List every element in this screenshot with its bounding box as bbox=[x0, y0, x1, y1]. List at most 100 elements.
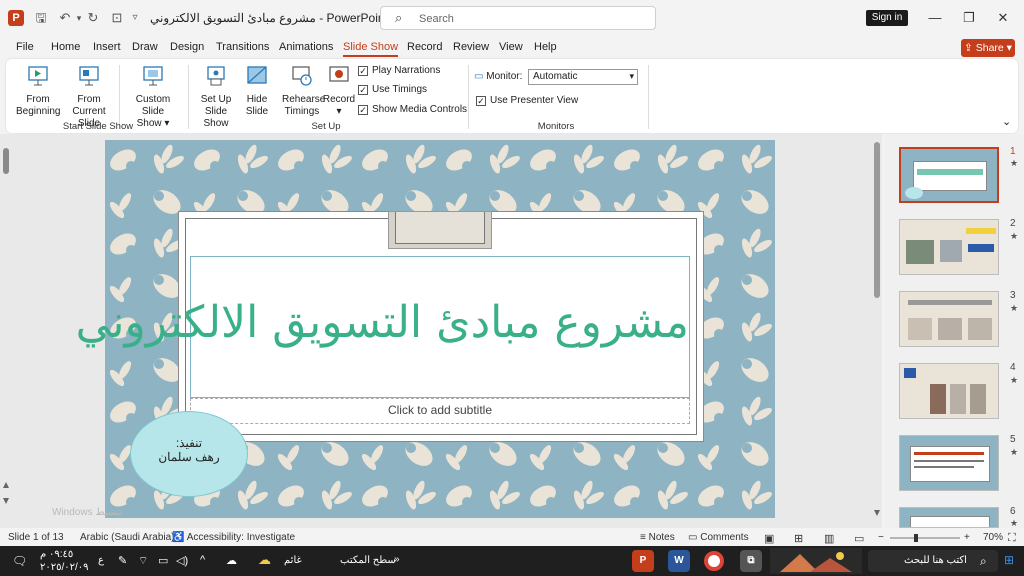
play-narrations-label: Play Narrations bbox=[372, 65, 441, 76]
slide-sorter-icon[interactable]: ⊞ bbox=[794, 532, 803, 545]
tab-animations[interactable]: Animations bbox=[279, 41, 333, 53]
tab-review[interactable]: Review bbox=[453, 41, 489, 53]
slide-title-placeholder[interactable]: مشروع مبادئ التسويق الالكتروني bbox=[75, 256, 690, 398]
record-label-2: ▾ bbox=[336, 106, 342, 117]
tab-design[interactable]: Design bbox=[170, 41, 204, 53]
monitor-label-text: Monitor: bbox=[486, 71, 523, 82]
taskbar-search-placeholder: اكتب هنا للبحث bbox=[904, 555, 967, 566]
taskbar-search[interactable]: اكتب هنا للبحث ⌕ bbox=[868, 550, 998, 572]
search-input[interactable]: ⌕ Search bbox=[380, 6, 656, 30]
editor-right-scrollbar[interactable] bbox=[874, 140, 880, 520]
notifications-icon[interactable]: 🗨 bbox=[12, 554, 27, 568]
group-monitors: Monitors bbox=[537, 121, 575, 132]
thumbnail-number: 3 bbox=[1010, 290, 1016, 301]
collapse-ribbon-icon[interactable]: ⌄ bbox=[1002, 115, 1011, 128]
reading-view-icon[interactable]: ▥ bbox=[824, 532, 834, 545]
powerpoint-taskbar-icon[interactable]: P bbox=[632, 550, 654, 572]
battery-icon[interactable]: ▭ bbox=[158, 554, 168, 567]
monitor-label: ▭ Monitor: bbox=[474, 71, 522, 82]
customize-toolbar-icon[interactable]: ▿ bbox=[126, 9, 144, 27]
minimize-icon[interactable]: — bbox=[924, 8, 946, 28]
tab-record[interactable]: Record bbox=[407, 41, 442, 53]
task-view-icon[interactable]: ⧉ bbox=[740, 550, 762, 572]
restore-icon[interactable]: ❐ bbox=[958, 8, 980, 28]
slide-show-view-icon[interactable]: ▭ bbox=[854, 532, 864, 545]
rehearse-label-2: Timings bbox=[284, 106, 320, 117]
from-beginning-button[interactable]: From Beginning bbox=[16, 65, 60, 118]
desktop-toolbar-label[interactable]: سطح المكتب bbox=[340, 555, 396, 566]
hide-slide-button[interactable]: Hide Slide bbox=[242, 65, 272, 118]
normal-view-icon[interactable]: ▣ bbox=[764, 532, 774, 545]
use-timings-checkbox[interactable]: ✓ Use Timings bbox=[358, 84, 427, 95]
record-button[interactable]: Record ▾ bbox=[322, 65, 356, 118]
pen-icon[interactable]: ✎ bbox=[118, 554, 127, 567]
comments-label: Comments bbox=[700, 532, 749, 543]
play-narrations-checkbox[interactable]: ✓ Play Narrations bbox=[358, 65, 440, 76]
redo-icon[interactable]: ↻ bbox=[84, 9, 102, 27]
animation-star-icon: ★ bbox=[1010, 375, 1019, 385]
tab-file[interactable]: File bbox=[16, 41, 34, 53]
slide-thumbnail-4[interactable] bbox=[899, 363, 999, 419]
show-media-controls-checkbox[interactable]: ✓ Show Media Controls bbox=[358, 104, 467, 115]
slide-title: مشروع مبادئ التسويق الالكتروني bbox=[75, 297, 689, 348]
editor-scrollbar[interactable] bbox=[2, 144, 10, 524]
close-icon[interactable]: ✕ bbox=[992, 8, 1014, 28]
weather-icon[interactable]: ☁ bbox=[258, 552, 271, 568]
author-oval-shape[interactable]: تنفيذ: رهف سلمان bbox=[130, 411, 248, 497]
monitor-select[interactable]: Automatic ▾ bbox=[528, 69, 638, 85]
word-taskbar-icon[interactable]: W bbox=[668, 550, 690, 572]
custom-show-icon bbox=[143, 66, 163, 86]
rehearse-timings-button[interactable]: Rehearse Timings bbox=[282, 65, 325, 118]
weather-text[interactable]: غائم bbox=[284, 555, 302, 566]
status-bar: Slide 1 of 13 Arabic (Saudi Arabia) ♿ Ac… bbox=[0, 528, 1024, 546]
language-indicator[interactable]: Arabic (Saudi Arabia) bbox=[80, 532, 175, 543]
slide-thumbnail-6[interactable] bbox=[899, 507, 999, 528]
subtitle-placeholder-text: Click to add subtitle bbox=[387, 403, 493, 417]
tab-home[interactable]: Home bbox=[51, 41, 80, 53]
slide-thumbnail-1[interactable] bbox=[899, 147, 999, 203]
cloud-icon[interactable]: ☁ bbox=[226, 554, 237, 567]
input-language[interactable]: ع bbox=[98, 555, 104, 566]
record-label-1: Record bbox=[322, 94, 356, 105]
thumbnail-number: 2 bbox=[1010, 218, 1016, 229]
fit-to-window-icon[interactable]: ⛶ bbox=[1008, 532, 1016, 545]
title-bar: P 🖫 ↶ ▾ ↻ ⊡ ▿ مشروع مبادئ التسويق الالكت… bbox=[0, 0, 1024, 36]
volume-icon[interactable]: ◁) bbox=[176, 554, 188, 567]
slide-thumbnail-3[interactable] bbox=[899, 291, 999, 347]
clock-time[interactable]: ٠٩:٤٥ م bbox=[40, 549, 73, 560]
clock-date[interactable]: ٢٠٢٥/٠٢/٠٩ bbox=[40, 562, 89, 573]
windows-start-icon[interactable]: ⊞ bbox=[1004, 553, 1014, 567]
tab-insert[interactable]: Insert bbox=[93, 41, 121, 53]
setup-show-label-2: Slide Show bbox=[203, 106, 229, 129]
tab-slide-show[interactable]: Slide Show bbox=[343, 41, 399, 57]
slide-thumbnail-5[interactable] bbox=[899, 435, 999, 491]
search-highlight-illustration[interactable] bbox=[770, 548, 862, 574]
chevron-icon[interactable]: » bbox=[394, 554, 400, 565]
system-tray-icon[interactable]: ^ bbox=[200, 554, 205, 566]
slide-thumbnail-2[interactable] bbox=[899, 219, 999, 275]
save-icon[interactable]: 🖫 bbox=[32, 9, 50, 27]
slide-subtitle-placeholder[interactable]: Click to add subtitle bbox=[190, 398, 690, 424]
accessibility-status[interactable]: ♿ Accessibility: Investigate bbox=[172, 532, 295, 543]
zoom-in-icon[interactable]: + bbox=[964, 532, 970, 543]
share-button[interactable]: ⇪ Share ▾ bbox=[961, 39, 1015, 57]
comment-icon: ▭ bbox=[688, 532, 701, 543]
checkmark-icon: ✓ bbox=[476, 96, 486, 106]
tab-view[interactable]: View bbox=[499, 41, 523, 53]
zoom-level[interactable]: 70% bbox=[983, 532, 1003, 543]
tab-draw[interactable]: Draw bbox=[132, 41, 158, 53]
comments-button[interactable]: ▭ Comments bbox=[688, 532, 749, 543]
zoom-out-icon[interactable]: − bbox=[878, 532, 884, 543]
tab-transitions[interactable]: Transitions bbox=[216, 41, 269, 53]
sign-in-button[interactable]: Sign in bbox=[866, 10, 908, 26]
tab-help[interactable]: Help bbox=[534, 41, 557, 53]
wifi-icon[interactable]: ⌔ bbox=[138, 554, 148, 568]
start-from-beginning-icon[interactable]: ⊡ bbox=[108, 9, 126, 27]
chrome-taskbar-icon[interactable] bbox=[704, 551, 724, 571]
use-presenter-view-label: Use Presenter View bbox=[490, 95, 579, 106]
notes-button[interactable]: ≡ Notes bbox=[640, 532, 675, 543]
set-up-slide-show-button[interactable]: Set Up Slide Show bbox=[192, 65, 240, 130]
zoom-slider[interactable] bbox=[890, 534, 960, 542]
use-presenter-view-checkbox[interactable]: ✓ Use Presenter View bbox=[476, 95, 578, 106]
from-beginning-label-2: Beginning bbox=[16, 106, 61, 117]
